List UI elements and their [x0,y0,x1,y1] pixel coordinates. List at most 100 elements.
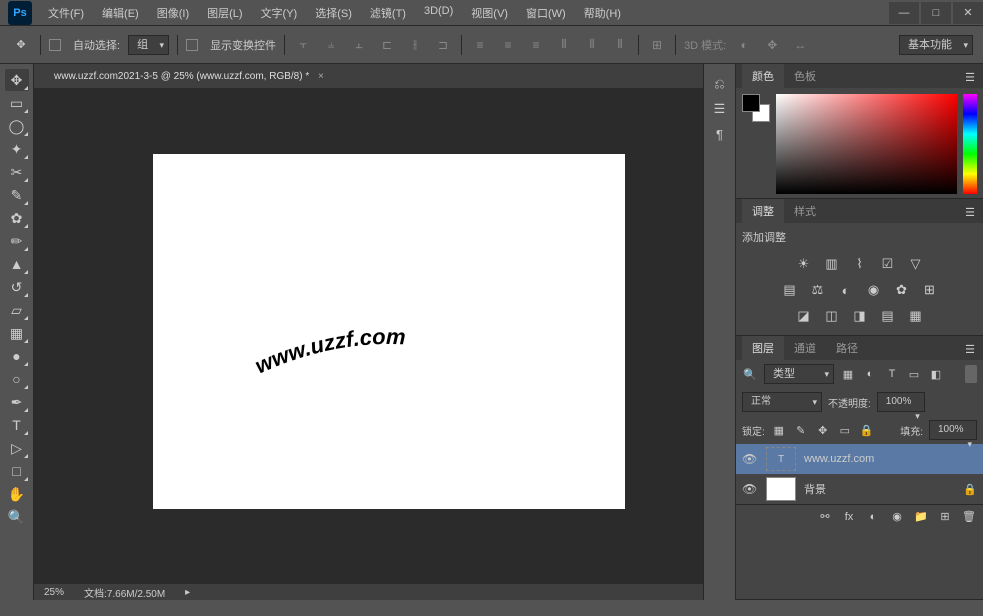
layer-name[interactable]: 背景 [804,481,826,497]
channel-mixer-icon[interactable]: ✿ [892,281,912,299]
status-arrow-icon[interactable]: ▸ [185,587,190,598]
align-left-icon[interactable]: ⊏ [377,36,397,54]
styles-tab[interactable]: 样式 [784,199,826,223]
hue-adjust-icon[interactable]: ▤ [780,281,800,299]
color-balance-icon[interactable]: ⚖ [808,281,828,299]
document-size[interactable]: 文档:7.66M/2.50M [84,585,165,600]
layer-name[interactable]: www.uzzf.com [804,453,874,465]
foreground-color[interactable] [742,94,760,112]
distribute-top-icon[interactable]: ≡ [470,36,490,54]
stamp-tool[interactable]: ▲ [5,253,29,275]
new-fill-icon[interactable]: ◉ [889,509,905,525]
menu-edit[interactable]: 编辑(E) [94,1,147,25]
channels-tab[interactable]: 通道 [784,336,826,360]
lock-position-icon[interactable]: ✥ [815,422,831,438]
show-transform-checkbox[interactable] [186,39,198,51]
menu-image[interactable]: 图像(I) [149,1,197,25]
hand-tool[interactable]: ✋ [5,483,29,505]
opacity-value[interactable]: 100% [877,392,925,412]
menu-layer[interactable]: 图层(L) [199,1,250,25]
layers-tab[interactable]: 图层 [742,336,784,360]
link-layers-icon[interactable]: ⚯ [817,509,833,525]
distribute-right-icon[interactable]: ⦀ [610,36,630,54]
new-layer-icon[interactable]: ⊞ [937,509,953,525]
distribute-bottom-icon[interactable]: ≡ [526,36,546,54]
auto-align-icon[interactable]: ⊞ [647,36,667,54]
gradient-tool[interactable]: ▦ [5,322,29,344]
align-vcenter-icon[interactable]: ⫨ [321,36,341,54]
swatches-tab[interactable]: 色板 [784,64,826,88]
menu-select[interactable]: 选择(S) [307,1,360,25]
layer-filter-icon[interactable]: 🔍 [742,366,758,382]
visibility-toggle[interactable]: 👁 [742,482,758,496]
curves-adjust-icon[interactable]: ⌇ [850,255,870,273]
3d-pan-icon[interactable]: ✥ [762,36,782,54]
pen-tool[interactable]: ✒ [5,391,29,413]
character-panel-icon[interactable]: ¶ [709,123,731,145]
distribute-left-icon[interactable]: ⦀ [554,36,574,54]
zoom-level[interactable]: 25% [44,587,64,598]
align-top-icon[interactable]: ⫟ [293,36,313,54]
gradient-map-icon[interactable]: ▤ [878,307,898,325]
canvas[interactable]: www.uzzf.com [153,154,625,509]
move-tool[interactable]: ✥ [5,69,29,91]
close-button[interactable]: ✕ [953,2,983,24]
vibrance-adjust-icon[interactable]: ▽ [906,255,926,273]
color-field[interactable] [776,94,957,194]
panel-menu-icon[interactable]: ☰ [957,339,983,360]
blend-mode-dropdown[interactable]: 正常 [742,392,822,412]
layer-mask-icon[interactable]: ◐ [865,509,881,525]
delete-layer-icon[interactable]: 🗑 [961,509,977,525]
canvas-area[interactable]: www.uzzf.com [34,88,703,584]
align-bottom-icon[interactable]: ⫠ [349,36,369,54]
workspace-dropdown[interactable]: 基本功能 [899,35,973,55]
filter-shape-icon[interactable]: ▭ [906,366,922,382]
selective-color-icon[interactable]: ▦ [906,307,926,325]
lock-image-icon[interactable]: ✎ [793,422,809,438]
menu-file[interactable]: 文件(F) [40,1,92,25]
visibility-toggle[interactable]: 👁 [742,452,758,466]
menu-filter[interactable]: 滤镜(T) [362,1,414,25]
marquee-tool[interactable]: ▭ [5,92,29,114]
paths-tab[interactable]: 路径 [826,336,868,360]
menu-3d[interactable]: 3D(D) [416,1,461,25]
lock-all-icon[interactable]: 🔒 [859,422,875,438]
3d-orbit-icon[interactable]: ◐ [734,36,754,54]
bw-adjust-icon[interactable]: ◐ [836,281,856,299]
auto-select-target-dropdown[interactable]: 组 [128,35,169,55]
color-lookup-icon[interactable]: ⊞ [920,281,940,299]
filter-type-icon[interactable]: T [884,366,900,382]
minimize-button[interactable]: — [889,2,919,24]
new-group-icon[interactable]: 📁 [913,509,929,525]
eraser-tool[interactable]: ▱ [5,299,29,321]
posterize-adjust-icon[interactable]: ◫ [822,307,842,325]
eyedropper-tool[interactable]: ✎ [5,184,29,206]
lock-artboard-icon[interactable]: ▭ [837,422,853,438]
menu-window[interactable]: 窗口(W) [518,1,574,25]
fill-value[interactable]: 100% [929,420,977,440]
menu-view[interactable]: 视图(V) [463,1,516,25]
fg-bg-colors[interactable] [742,94,770,122]
align-right-icon[interactable]: ⊐ [433,36,453,54]
filter-pixel-icon[interactable]: ▦ [840,366,856,382]
layer-kind-dropdown[interactable]: 类型 [764,364,834,384]
photo-filter-icon[interactable]: ◉ [864,281,884,299]
color-tab[interactable]: 颜色 [742,64,784,88]
blur-tool[interactable]: ● [5,345,29,367]
brightness-adjust-icon[interactable]: ☀ [794,255,814,273]
brush-tool[interactable]: ✏ [5,230,29,252]
filter-toggle[interactable] [965,365,977,383]
close-tab-icon[interactable]: × [318,71,324,82]
history-brush-tool[interactable]: ↺ [5,276,29,298]
3d-slide-icon[interactable]: ↔ [790,36,810,54]
filter-adjust-icon[interactable]: ◐ [862,366,878,382]
layer-style-icon[interactable]: fx [841,509,857,525]
levels-adjust-icon[interactable]: ▥ [822,255,842,273]
lasso-tool[interactable]: ◯ [5,115,29,137]
maximize-button[interactable]: □ [921,2,951,24]
menu-type[interactable]: 文字(Y) [253,1,306,25]
zoom-tool[interactable]: 🔍 [5,506,29,528]
invert-adjust-icon[interactable]: ◪ [794,307,814,325]
menu-help[interactable]: 帮助(H) [576,1,629,25]
auto-select-checkbox[interactable] [49,39,61,51]
